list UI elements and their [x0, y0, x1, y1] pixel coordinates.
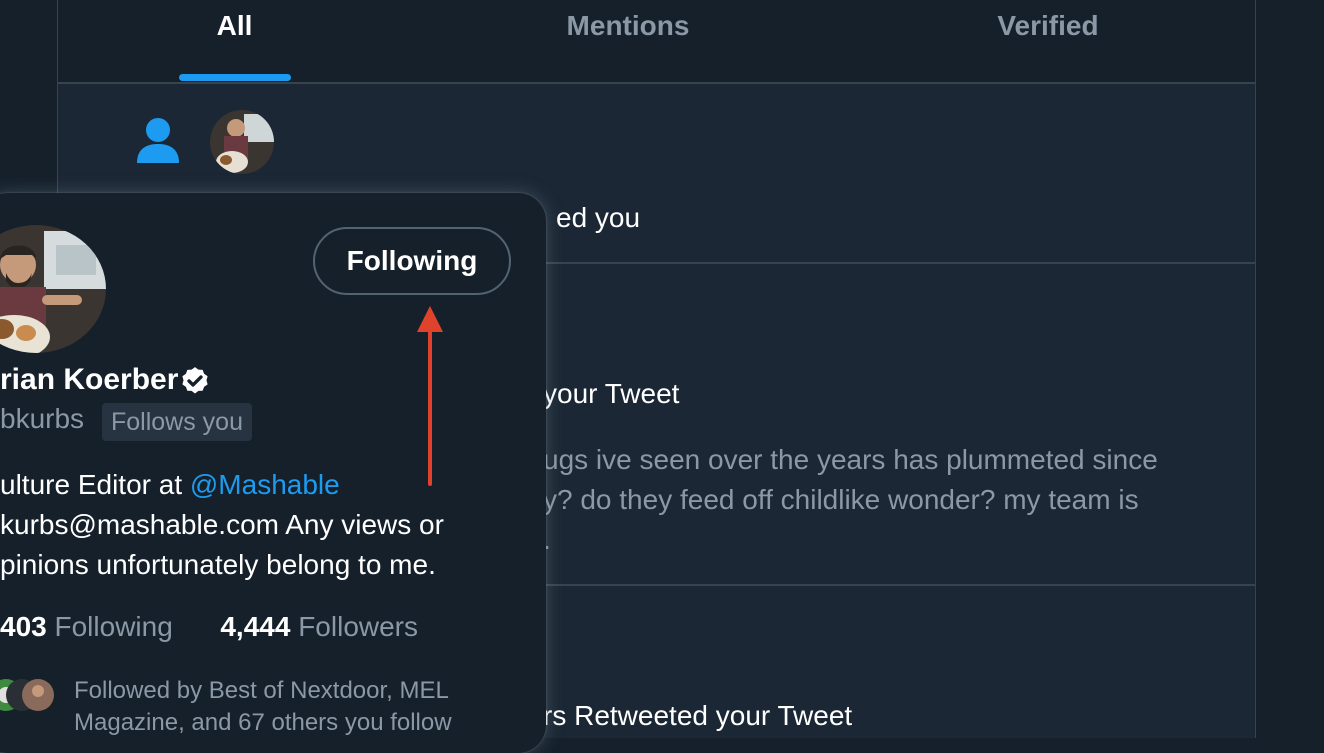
bio-text: kurbs@mashable.com Any views or [0, 509, 444, 540]
following-label: Following [54, 611, 173, 642]
notification-title: rs Retweeted your Tweet [543, 700, 853, 731]
notification-tabs: All Mentions Verified [58, 0, 1255, 84]
following-button[interactable]: Following [313, 227, 511, 295]
tweet-preview-line: ugs ive seen over the years has plummete… [543, 444, 1158, 475]
followers-label: Followers [298, 611, 419, 642]
following-count: 403 [0, 611, 47, 642]
tab-verified[interactable]: Verified [948, 0, 1148, 82]
tab-all[interactable]: All [158, 0, 311, 82]
tweet-preview: ugs ive seen over the years has plummete… [543, 440, 1158, 560]
tab-all-label: All [216, 10, 253, 41]
person-icon [137, 118, 179, 163]
profile-bio: ulture Editor at @Mashable kurbs@mashabl… [0, 465, 444, 585]
followers-count: 4,444 [220, 611, 291, 642]
followed-by-line: Followed by Best of Nextdoor, MEL [74, 677, 449, 704]
annotation-arrow [417, 306, 443, 486]
following-stat[interactable]: 403 Following [0, 611, 173, 642]
follows-you-badge: Follows you [102, 403, 252, 441]
followed-by-avatars [0, 679, 54, 711]
profile-avatar[interactable] [0, 225, 106, 353]
tab-verified-label: Verified [997, 10, 1099, 41]
tab-mentions[interactable]: Mentions [528, 0, 728, 82]
mention-link[interactable]: @Mashable [190, 469, 340, 500]
right-rail [1255, 0, 1324, 738]
profile-name[interactable]: rian Koerber [0, 363, 178, 397]
notification-text: ed you [556, 202, 641, 233]
verified-badge-icon [182, 367, 208, 394]
followed-by-line: Magazine, and 67 others you follow [74, 709, 452, 736]
bio-text: ulture Editor at [0, 469, 190, 500]
profile-stats: 403 Following 4,444 Followers [0, 611, 418, 643]
followers-stat[interactable]: 4,444 Followers [220, 611, 418, 642]
tab-mentions-label: Mentions [566, 10, 690, 41]
followed-by-text[interactable]: Followed by Best of Nextdoor, MEL Magazi… [74, 675, 452, 739]
profile-handle[interactable]: bkurbs [0, 403, 84, 435]
avatar[interactable] [210, 110, 274, 174]
active-tab-indicator [179, 74, 291, 81]
tweet-preview-line: y? do they feed off childlike wonder? my… [543, 484, 1139, 515]
profile-hovercard: Following rian Koerber bkurbs Follows yo… [0, 193, 546, 753]
bio-text: pinions unfortunately belong to me. [0, 549, 436, 580]
tweet-preview-line: . [543, 524, 551, 555]
notification-title: your Tweet [543, 378, 680, 409]
